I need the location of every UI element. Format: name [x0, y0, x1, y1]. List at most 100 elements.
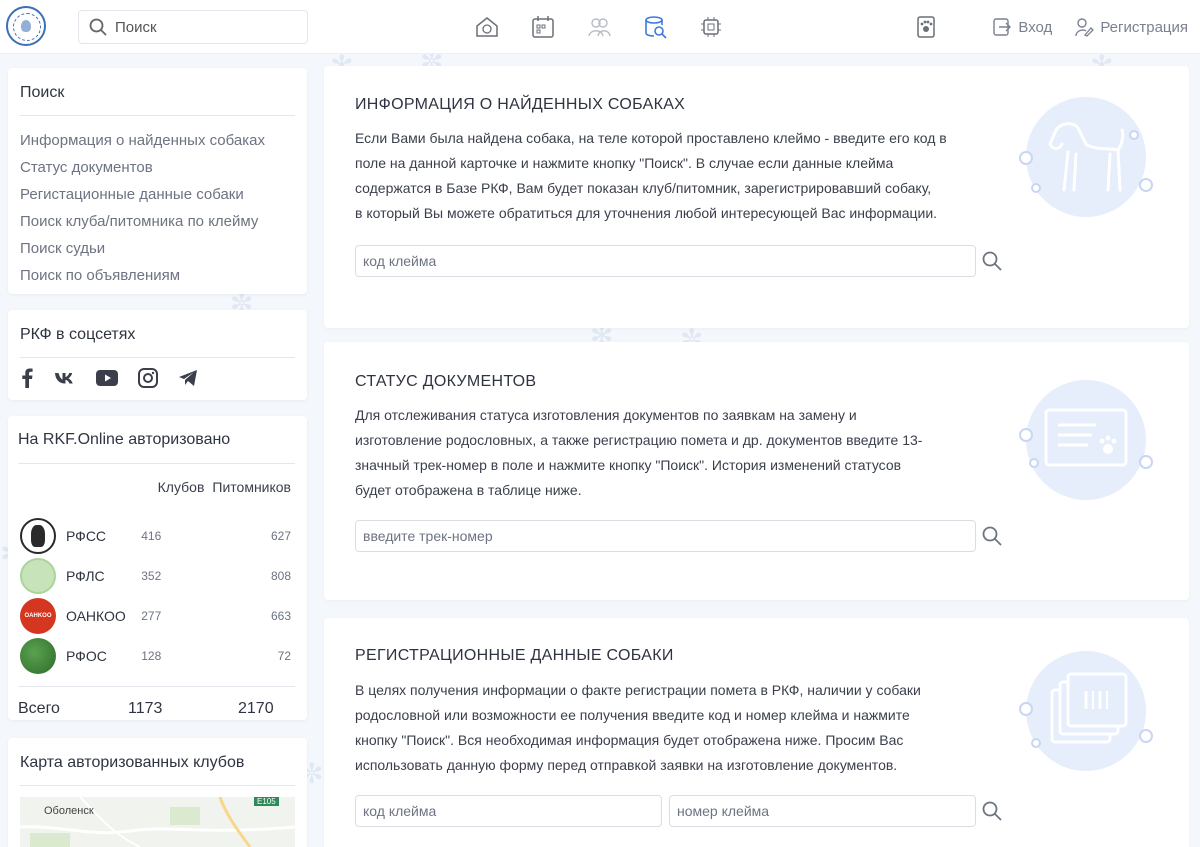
org-name: ОАНКОО [66, 608, 126, 624]
register-icon [1075, 18, 1095, 37]
main-nav [472, 12, 726, 42]
stats-col-clubs: Клубов [157, 479, 205, 495]
org-clubs: 416 [141, 529, 162, 543]
facebook-icon[interactable] [20, 368, 34, 388]
sidebar-map-title: Карта авторизованных клубов [20, 754, 245, 771]
social-links [8, 358, 307, 388]
barcode-documents-illustration-icon [1019, 651, 1153, 771]
desc-line: Для отслеживания статуса изготовления до… [355, 407, 857, 423]
card-title: РЕГИСТРАЦИОННЫЕ ДАННЫЕ СОБАКИ [355, 647, 674, 664]
stats-row-rfss[interactable]: РФСС 416 627 [8, 516, 307, 556]
clubs-map[interactable]: Оболенск E105 [20, 797, 295, 847]
stats-table-header: Клубов Питомников [8, 464, 307, 512]
sidebar-item-judge-search[interactable]: Поиск судьи [8, 235, 307, 262]
dog-illustration-icon [1019, 97, 1153, 217]
desc-line: поле на данной карточке и нажмите кнопку… [355, 155, 894, 171]
header-actions: Вход Регистрация [914, 12, 1188, 42]
total-kennels: 2170 [238, 700, 274, 717]
search-button[interactable] [980, 799, 1004, 823]
card-title: ИНФОРМАЦИЯ О НАЙДЕННЫХ СОБАКАХ [355, 96, 686, 113]
rfos-logo [20, 638, 56, 674]
vk-icon[interactable] [54, 371, 76, 385]
map-city-label: Оболенск [44, 805, 94, 817]
sidebar-search-title: Поиск [20, 84, 65, 101]
desc-line: родословной или возможности ее получения… [355, 707, 910, 723]
certificate-illustration-icon [1019, 380, 1153, 500]
sidebar-item-found-dogs[interactable]: Информация о найденных собаках [8, 127, 307, 154]
sidebar-item-club-by-brand[interactable]: Поиск клуба/питомника по клейму [8, 208, 307, 235]
desc-line: содержатся в Базе РКФ, Вам будет показан… [355, 180, 932, 196]
org-kennels: 627 [270, 529, 291, 543]
calendar-icon[interactable] [528, 12, 558, 42]
login-icon [993, 18, 1012, 36]
stats-col-kennels: Питомников [212, 479, 291, 495]
brand-code-input[interactable] [363, 253, 975, 269]
stats-totals: Всего 1173 2170 [8, 687, 307, 731]
home-icon[interactable] [472, 12, 502, 42]
map-road-label: E105 [254, 797, 279, 806]
login-link[interactable]: Вход [992, 17, 1052, 37]
sidebar-item-registration-data[interactable]: Регистационные данные собаки [8, 181, 307, 208]
desc-line: будет отображена в таблице ниже. [355, 482, 582, 498]
sidebar-stats-card: На RKF.Online авторизовано Клубов Питомн… [8, 416, 307, 720]
divider [20, 785, 295, 786]
brand-code-input[interactable] [363, 803, 661, 819]
track-number-input[interactable] [363, 528, 975, 544]
header-search[interactable] [78, 10, 308, 44]
rfls-logo [20, 558, 56, 594]
brand-number-input[interactable] [677, 803, 975, 819]
card-description: Если Вами была найдена собака, на теле к… [355, 126, 1015, 226]
sidebar-search-card: Поиск Информация о найденных собаках Ста… [8, 68, 307, 294]
login-label: Вход [1018, 18, 1053, 36]
header-search-input[interactable] [115, 18, 295, 36]
sidebar-social-title: РКФ в соцсетях [20, 326, 136, 343]
org-clubs: 277 [141, 609, 162, 623]
brand-code-field[interactable] [355, 245, 976, 277]
org-name: РФЛС [66, 568, 105, 584]
rfss-logo [20, 518, 56, 554]
card-title: СТАТУС ДОКУМЕНТОВ [355, 373, 537, 390]
top-header: Вход Регистрация [0, 0, 1200, 54]
card-description: Для отслеживания статуса изготовления до… [355, 403, 1015, 503]
search-button[interactable] [980, 249, 1004, 273]
oankoo-logo: OAHKOO [20, 598, 56, 634]
telegram-icon[interactable] [178, 369, 198, 387]
card-description: В целях получения информации о факте рег… [355, 678, 1015, 778]
desc-line: значный трек-номер в поле и нажмите кноп… [355, 457, 902, 473]
sidebar-map-card: Карта авторизованных клубов Оболенск E10… [8, 738, 307, 847]
sidebar-item-ads-search[interactable]: Поиск по объявлениям [8, 262, 307, 289]
total-clubs: 1173 [128, 700, 163, 717]
stats-row-oankoo[interactable]: OAHKOO ОАНКОО 277 663 [8, 596, 307, 636]
rkf-logo[interactable] [6, 6, 46, 46]
desc-line: Если Вами была найдена собака, на теле к… [355, 130, 947, 146]
register-label: Регистрация [1100, 18, 1188, 36]
register-link[interactable]: Регистрация [1074, 17, 1188, 37]
stats-row-rfos[interactable]: РФОС 128 72 [8, 636, 307, 676]
brand-number-field[interactable] [669, 795, 976, 827]
sidebar-search-menu: Информация о найденных собаках Статус до… [8, 116, 307, 289]
instagram-icon[interactable] [138, 368, 158, 388]
org-clubs: 352 [141, 569, 162, 583]
desc-line: В целях получения информации о факте рег… [355, 682, 921, 698]
org-kennels: 663 [270, 609, 291, 623]
sidebar-social-card: РКФ в соцсетях [8, 310, 307, 400]
desc-line: в который Вы можете обратиться для уточн… [355, 205, 938, 221]
people-icon[interactable] [584, 12, 614, 42]
registration-data-card: РЕГИСТРАЦИОННЫЕ ДАННЫЕ СОБАКИ В целях по… [324, 618, 1189, 847]
paw-document-icon[interactable] [914, 14, 940, 40]
sidebar-item-document-status[interactable]: Статус документов [8, 154, 307, 181]
sidebar-stats-title: На RKF.Online авторизовано [18, 431, 231, 448]
track-number-field[interactable] [355, 520, 976, 552]
stats-rows: РФСС 416 627 РФЛС 352 808 OAHKOO ОАНКОО … [8, 512, 307, 676]
org-kennels: 808 [270, 569, 291, 583]
search-button[interactable] [980, 524, 1004, 548]
org-clubs: 128 [141, 649, 162, 663]
youtube-icon[interactable] [96, 370, 118, 386]
stats-row-rfls[interactable]: РФЛС 352 808 [8, 556, 307, 596]
database-search-icon[interactable] [640, 12, 670, 42]
org-name: РФОС [66, 648, 107, 664]
total-label: Всего [18, 700, 60, 717]
search-icon [89, 18, 107, 36]
chip-icon[interactable] [696, 12, 726, 42]
brand-code-field[interactable] [355, 795, 662, 827]
